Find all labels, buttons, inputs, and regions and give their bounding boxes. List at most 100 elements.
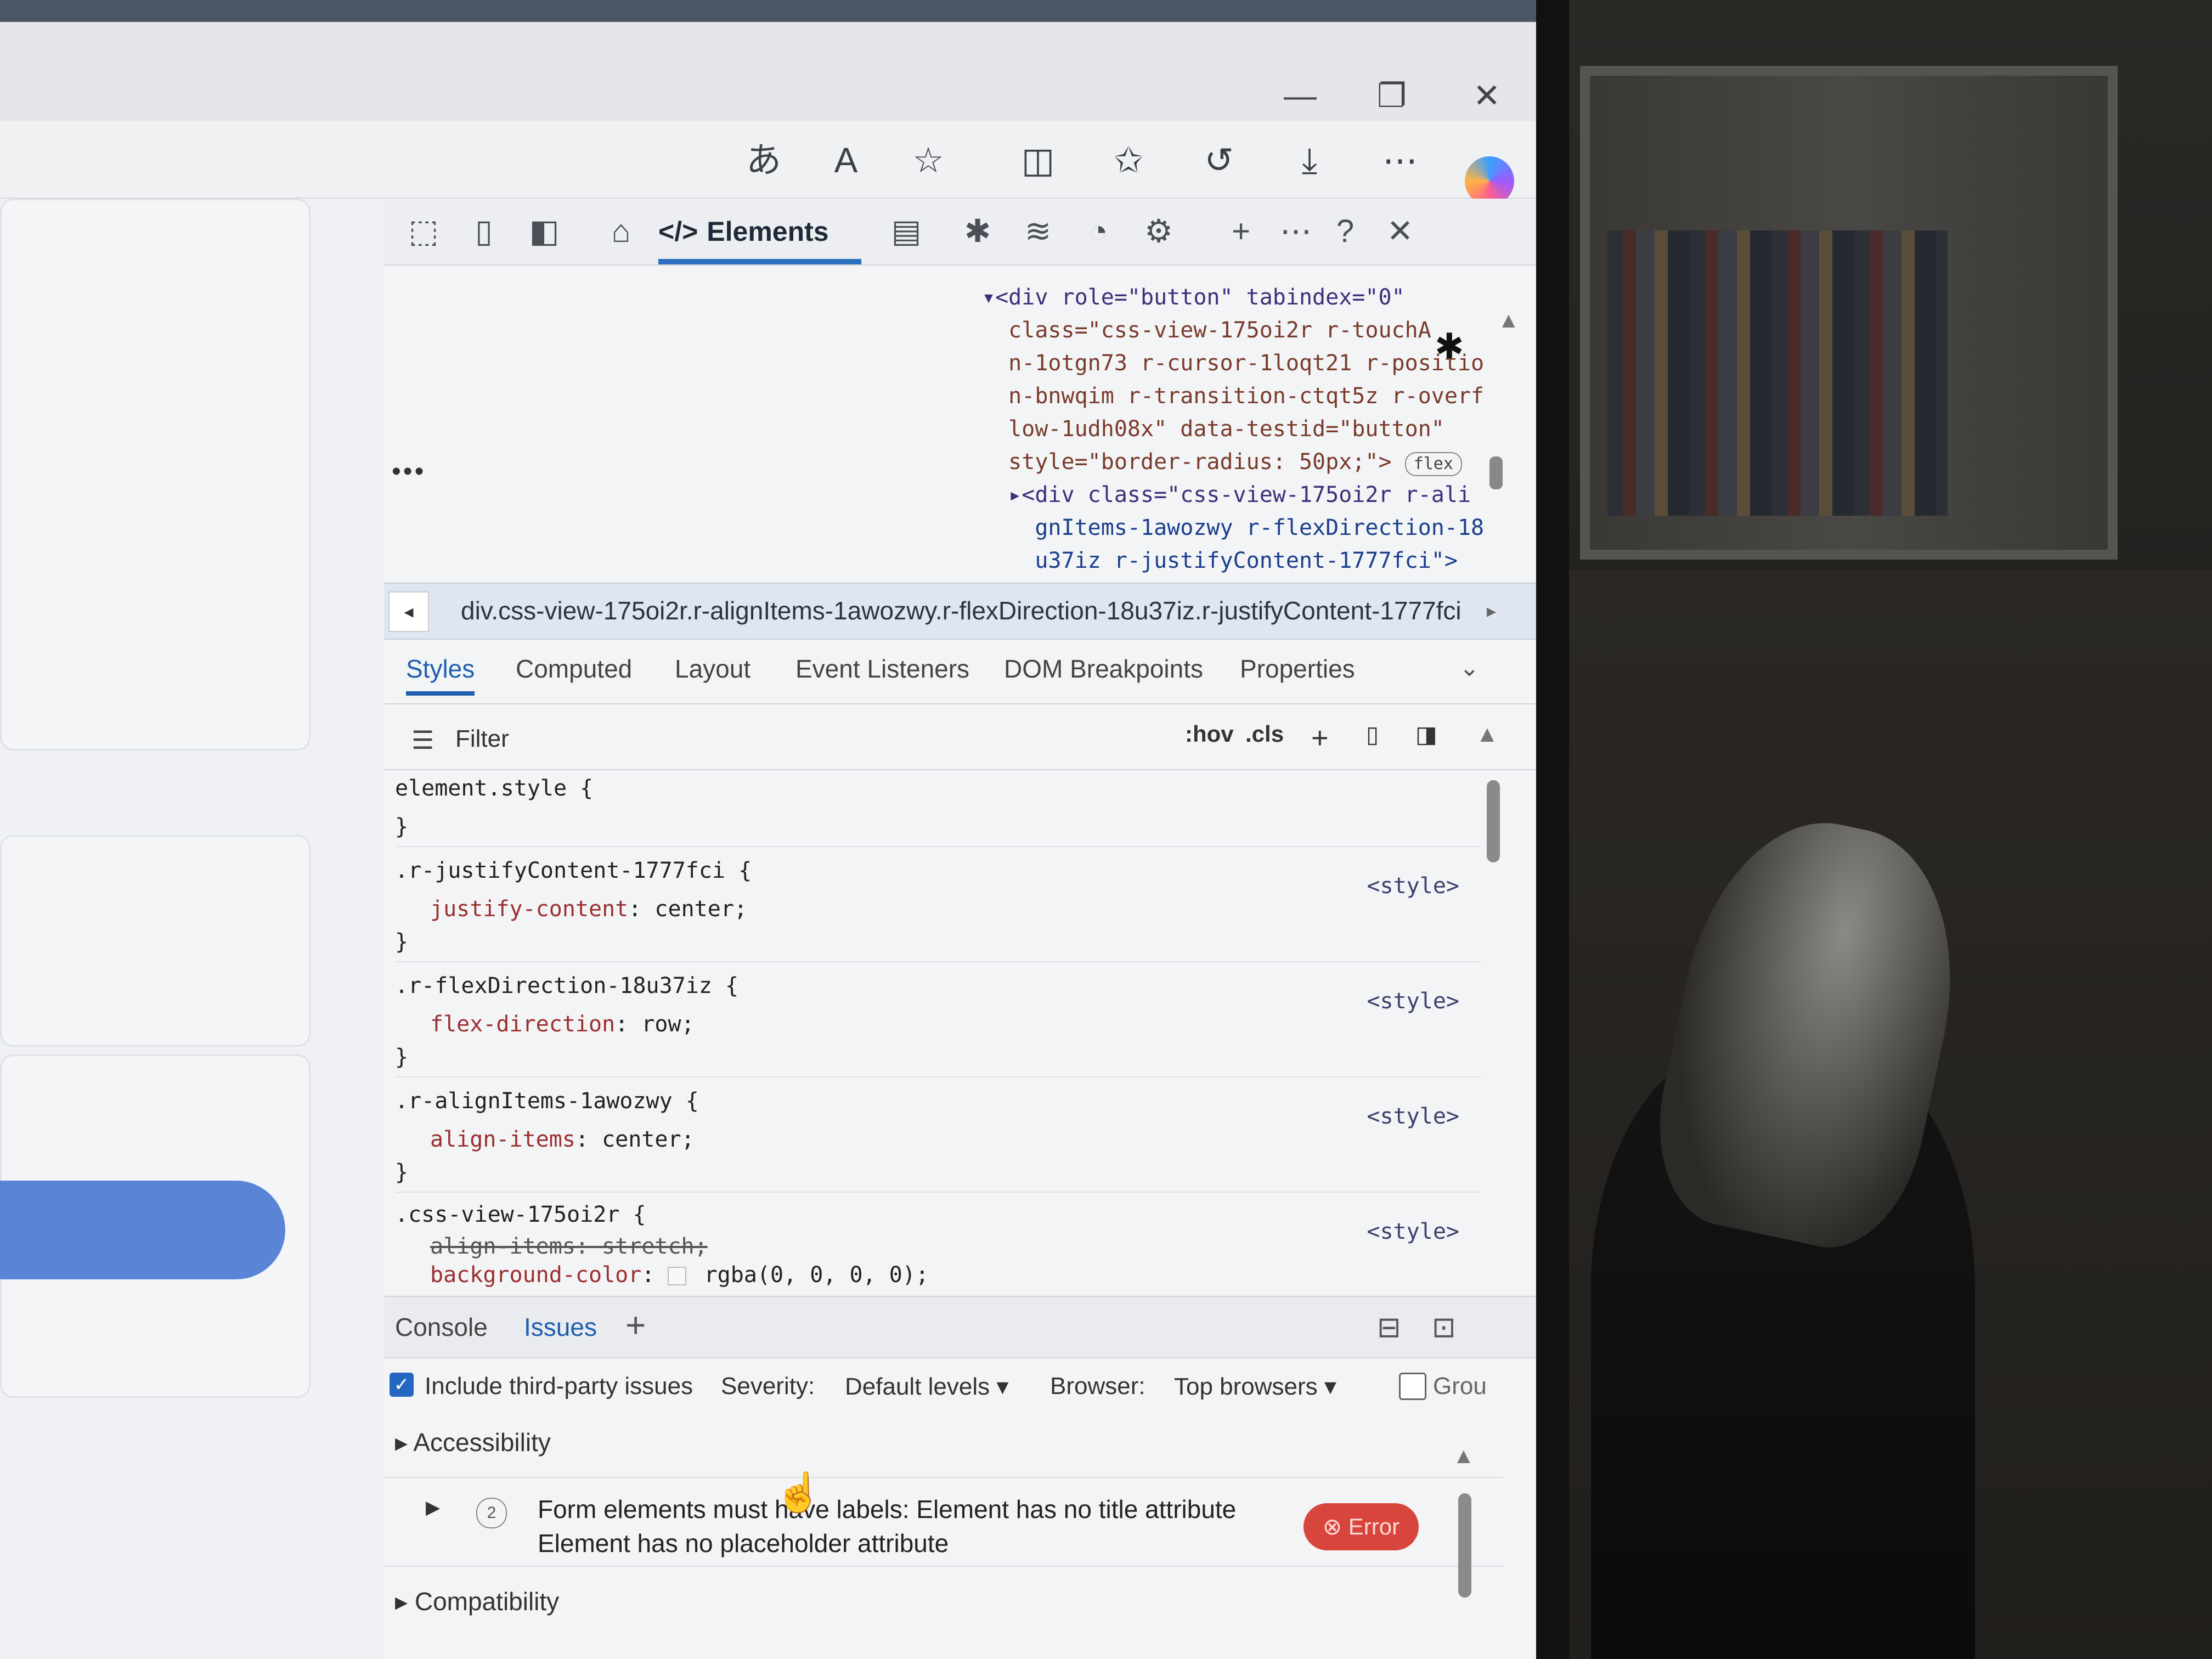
chevron-down-icon[interactable]: ⌄: [1459, 654, 1480, 682]
style-property-overridden[interactable]: align-items: stretch;: [395, 1232, 1481, 1261]
tab-elements[interactable]: </> Elements: [658, 204, 861, 264]
tab-computed[interactable]: Computed: [516, 654, 632, 684]
tab-properties[interactable]: Properties: [1240, 654, 1355, 684]
dom-line[interactable]: ▾<div role="button" tabindex="0": [982, 281, 1531, 314]
breadcrumb-next-button[interactable]: ▸: [1487, 600, 1496, 622]
browser-select[interactable]: Top browsers ▾: [1174, 1373, 1336, 1401]
filter-input[interactable]: Filter: [455, 725, 509, 753]
tab-issues[interactable]: Issues: [524, 1312, 597, 1342]
welcome-home-icon[interactable]: ⌂: [598, 208, 644, 255]
property-value[interactable]: center;: [589, 1127, 695, 1152]
property-struck[interactable]: align-items: stretch;: [430, 1234, 708, 1259]
tab-layout[interactable]: Layout: [675, 654, 751, 684]
add-drawer-tab-icon[interactable]: +: [625, 1305, 646, 1345]
console-icon[interactable]: ▤: [883, 208, 929, 255]
property-name[interactable]: background-color: [430, 1262, 641, 1288]
dock-icon[interactable]: ◧: [521, 208, 567, 255]
favorite-star-icon[interactable]: ☆: [905, 137, 951, 183]
style-selector[interactable]: .r-justifyContent-1777fci {: [395, 851, 1481, 890]
dom-line[interactable]: gnItems-1awozwy r-flexDirection-18: [982, 511, 1531, 544]
more-tools-icon[interactable]: ⋯: [1273, 208, 1319, 255]
compatibility-section[interactable]: ▸ Compatibility: [395, 1587, 559, 1616]
translate-icon[interactable]: あ: [741, 137, 787, 183]
more-icon[interactable]: ⋯: [1377, 137, 1423, 183]
scroll-up-icon[interactable]: ▲: [1498, 308, 1520, 333]
download-icon[interactable]: ⤓: [1286, 137, 1333, 183]
style-selector[interactable]: element.style {: [395, 769, 1481, 808]
tab-event-listeners[interactable]: Event Listeners: [795, 654, 969, 684]
style-selector[interactable]: .r-flexDirection-18u37iz {: [395, 967, 1481, 1005]
sources-icon[interactable]: ✱: [955, 208, 1001, 255]
style-rule[interactable]: .css-view-175oi2r { align-items: stretch…: [395, 1197, 1481, 1296]
hov-toggle[interactable]: :hov: [1185, 721, 1234, 747]
triangle-right-icon[interactable]: ▶: [426, 1497, 440, 1519]
tab-styles[interactable]: Styles: [406, 654, 475, 696]
new-rule-icon[interactable]: +: [1311, 721, 1329, 755]
settings-icon[interactable]: ⚙: [1136, 208, 1182, 255]
dock-drawer-icon[interactable]: ⊟: [1377, 1311, 1401, 1344]
property-name[interactable]: justify-content: [430, 896, 628, 922]
inspect-icon[interactable]: ⬚: [400, 208, 447, 255]
scrollbar-thumb[interactable]: [1458, 1493, 1471, 1598]
group-checkbox[interactable]: [1399, 1373, 1426, 1400]
tab-console[interactable]: Console: [395, 1312, 488, 1342]
dom-line[interactable]: u37iz r-justifyContent-1777fci">: [982, 544, 1531, 577]
close-devtools-icon[interactable]: ✕: [1377, 208, 1423, 255]
color-swatch[interactable]: [668, 1267, 687, 1285]
favorites-icon[interactable]: ✩: [1105, 137, 1152, 183]
style-rule[interactable]: .r-flexDirection-18u37iz { flex-directio…: [395, 967, 1481, 1077]
history-icon[interactable]: ↺: [1196, 137, 1242, 183]
style-source-link[interactable]: <style>: [1367, 1219, 1459, 1244]
close-drawer-icon[interactable]: ⊡: [1432, 1311, 1456, 1344]
page-primary-button[interactable]: [0, 1181, 285, 1279]
scroll-up-icon[interactable]: ▲: [1453, 1444, 1475, 1469]
property-name[interactable]: align-items: [430, 1127, 575, 1152]
scrollbar-thumb[interactable]: [1487, 780, 1500, 862]
style-property[interactable]: flex-direction: row;: [395, 1005, 1481, 1043]
computed-sidebar-icon[interactable]: ◨: [1415, 721, 1437, 748]
restore-button[interactable]: ❐: [1377, 77, 1407, 115]
style-source-link[interactable]: <style>: [1367, 1104, 1459, 1129]
style-property[interactable]: align-items: center;: [395, 1120, 1481, 1159]
breadcrumb-prev-button[interactable]: ◂: [388, 591, 429, 632]
dom-line[interactable]: ▸<div class="css-view-175oi2r r-ali: [982, 478, 1531, 511]
split-screen-icon[interactable]: ◫: [1015, 137, 1061, 183]
property-value[interactable]: center;: [641, 896, 747, 922]
style-source-link[interactable]: <style>: [1367, 989, 1459, 1014]
minimize-button[interactable]: —: [1284, 77, 1317, 115]
performance-icon[interactable]: ◔: [1075, 208, 1121, 255]
style-source-link[interactable]: <style>: [1367, 873, 1459, 899]
style-property[interactable]: justify-content: center;: [395, 890, 1481, 928]
dom-line[interactable]: style="border-radius: 50px;"> flex: [982, 445, 1531, 478]
dom-line[interactable]: low-1udh08x" data-testid="button": [982, 413, 1531, 445]
property-value[interactable]: row;: [628, 1012, 694, 1037]
scrollbar-thumb[interactable]: [1489, 456, 1503, 489]
add-tab-icon[interactable]: +: [1218, 208, 1264, 255]
read-aloud-icon[interactable]: A: [823, 137, 869, 183]
accessibility-section[interactable]: ▸ Accessibility: [395, 1427, 551, 1457]
style-rule[interactable]: element.style { }: [395, 769, 1481, 847]
include-third-party-checkbox[interactable]: ✓: [390, 1373, 414, 1397]
help-icon[interactable]: ?: [1322, 208, 1368, 255]
dom-line[interactable]: n-bnwqim r-transition-ctqt5z r-overf: [982, 380, 1531, 413]
tab-dom-breakpoints[interactable]: DOM Breakpoints: [1004, 654, 1203, 684]
style-property[interactable]: background-color: rgba(0, 0, 0, 0);: [395, 1261, 1481, 1289]
property-name[interactable]: flex-direction: [430, 1012, 615, 1037]
style-selector[interactable]: .css-view-175oi2r {: [395, 1197, 1481, 1232]
severity-select[interactable]: Default levels ▾: [845, 1373, 1008, 1401]
flex-badge[interactable]: flex: [1404, 452, 1462, 476]
device-emulation-icon[interactable]: ▯: [461, 208, 507, 255]
more-dots-icon[interactable]: •••: [392, 456, 426, 487]
style-selector[interactable]: .r-alignItems-1awozwy {: [395, 1082, 1481, 1120]
scroll-up-icon[interactable]: ▲: [1476, 721, 1499, 747]
style-rule[interactable]: .r-justifyContent-1777fci { justify-cont…: [395, 851, 1481, 962]
style-rule[interactable]: .r-alignItems-1awozwy { align-items: cen…: [395, 1082, 1481, 1193]
close-window-button[interactable]: ✕: [1473, 77, 1500, 115]
cls-toggle[interactable]: .cls: [1245, 721, 1284, 747]
network-icon[interactable]: ≋: [1015, 208, 1061, 255]
issue-row[interactable]: ▶ 2 Form elements must have labels: Elem…: [384, 1477, 1503, 1567]
paint-icon[interactable]: ▯: [1366, 721, 1379, 748]
accessibility-icon[interactable]: ✱: [1435, 326, 1464, 367]
property-value[interactable]: rgba(0, 0, 0, 0);: [691, 1262, 929, 1288]
breadcrumb-item[interactable]: div.css-view-175oi2r.r-alignItems-1awozw…: [461, 596, 1462, 625]
